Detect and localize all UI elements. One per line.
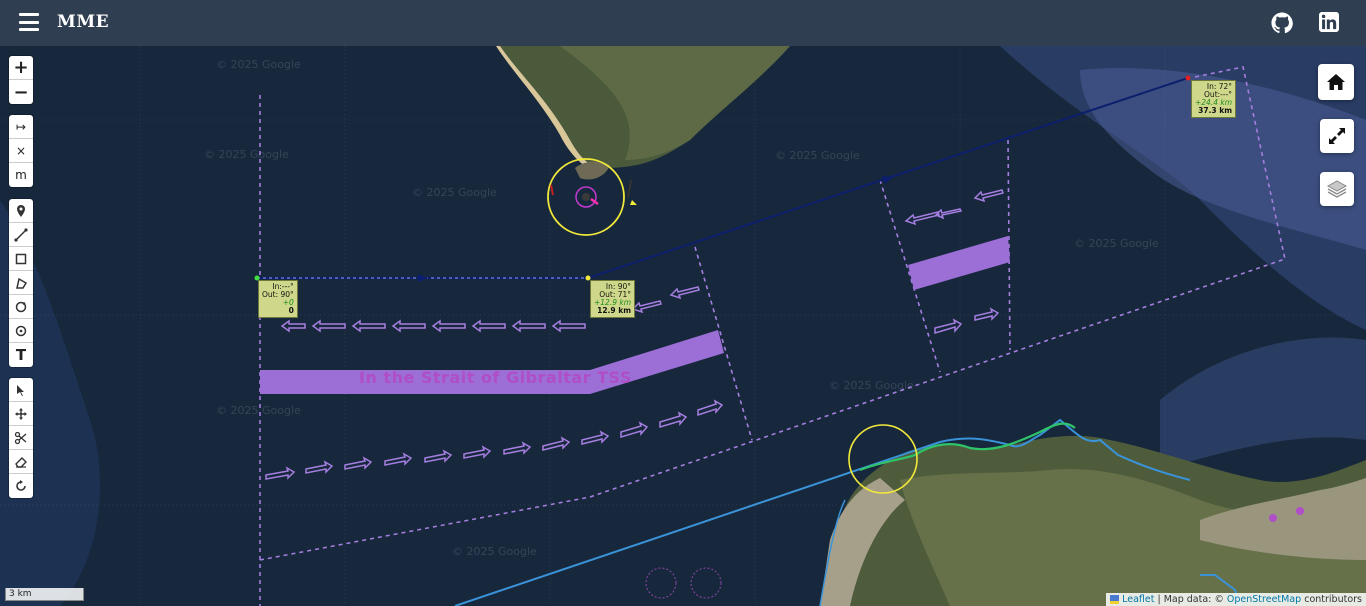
map-watermark: © 2025 Google bbox=[216, 58, 301, 71]
menu-icon[interactable] bbox=[19, 13, 39, 31]
edit-toolbar bbox=[9, 378, 33, 498]
waypoint-label: In: 72° Out:---° +24.4 km 37.3 km bbox=[1191, 80, 1237, 118]
zoom-out-button[interactable]: − bbox=[9, 80, 33, 104]
circle-marker-icon[interactable] bbox=[9, 319, 33, 343]
map-watermark: © 2025 Google bbox=[204, 148, 289, 161]
move-icon[interactable] bbox=[9, 402, 33, 426]
map-watermark: © 2025 Google bbox=[775, 149, 860, 162]
rectangle-icon[interactable] bbox=[9, 247, 33, 271]
polygon-icon[interactable] bbox=[9, 271, 33, 295]
map-watermark: © 2025 Google bbox=[452, 545, 537, 558]
map-canvas[interactable]: © 2025 Google © 2025 Google © 2025 Googl… bbox=[0, 46, 1366, 606]
home-button[interactable] bbox=[1318, 64, 1354, 100]
map-watermark: © 2025 Google bbox=[216, 404, 301, 417]
leaflet-link[interactable]: Leaflet bbox=[1122, 594, 1154, 605]
map-watermark: © 2025 Google bbox=[829, 379, 914, 392]
edit-icon[interactable] bbox=[9, 378, 33, 402]
scale-bar: 3 km bbox=[5, 588, 84, 601]
layers-icon bbox=[1326, 180, 1348, 198]
zoom-control: + − bbox=[9, 56, 33, 104]
waypoint-label: In: 90° Out: 71° +12.9 km 12.9 km bbox=[590, 280, 636, 318]
marker-icon[interactable] bbox=[9, 199, 33, 223]
circle-icon[interactable] bbox=[9, 295, 33, 319]
map-watermark: © 2025 Google bbox=[412, 186, 497, 199]
zoom-in-button[interactable]: + bbox=[9, 56, 33, 80]
map-attribution: Leaflet | Map data: © OpenStreetMap cont… bbox=[1106, 593, 1366, 606]
map-watermark: © 2025 Google bbox=[1074, 237, 1159, 250]
measure-control: ↦ × m bbox=[9, 115, 33, 187]
expand-icon bbox=[1329, 128, 1345, 144]
map-base-layer bbox=[0, 46, 1366, 606]
eraser-icon[interactable] bbox=[9, 450, 33, 474]
top-bar: MME bbox=[0, 0, 1366, 46]
measure-button[interactable]: ↦ bbox=[9, 115, 33, 139]
rotate-icon[interactable] bbox=[9, 474, 33, 498]
scissors-icon[interactable] bbox=[9, 426, 33, 450]
home-icon bbox=[1327, 74, 1345, 90]
fullscreen-button[interactable] bbox=[1320, 119, 1354, 153]
draw-toolbar: T bbox=[9, 199, 33, 367]
clear-measure-button[interactable]: × bbox=[9, 139, 33, 163]
layers-button[interactable] bbox=[1320, 172, 1354, 206]
linkedin-icon[interactable] bbox=[1319, 12, 1341, 34]
osm-link[interactable]: OpenStreetMap bbox=[1227, 594, 1301, 605]
tss-label: In the Strait of Gibraltar TSS bbox=[359, 368, 632, 387]
github-icon[interactable] bbox=[1271, 12, 1293, 34]
polyline-icon[interactable] bbox=[9, 223, 33, 247]
flag-icon bbox=[1110, 595, 1120, 604]
units-button[interactable]: m bbox=[9, 163, 33, 187]
app-title: MME bbox=[57, 12, 110, 32]
waypoint-label: In:---° Out: 90° +0 0 bbox=[258, 280, 298, 318]
text-tool-button[interactable]: T bbox=[9, 343, 33, 367]
